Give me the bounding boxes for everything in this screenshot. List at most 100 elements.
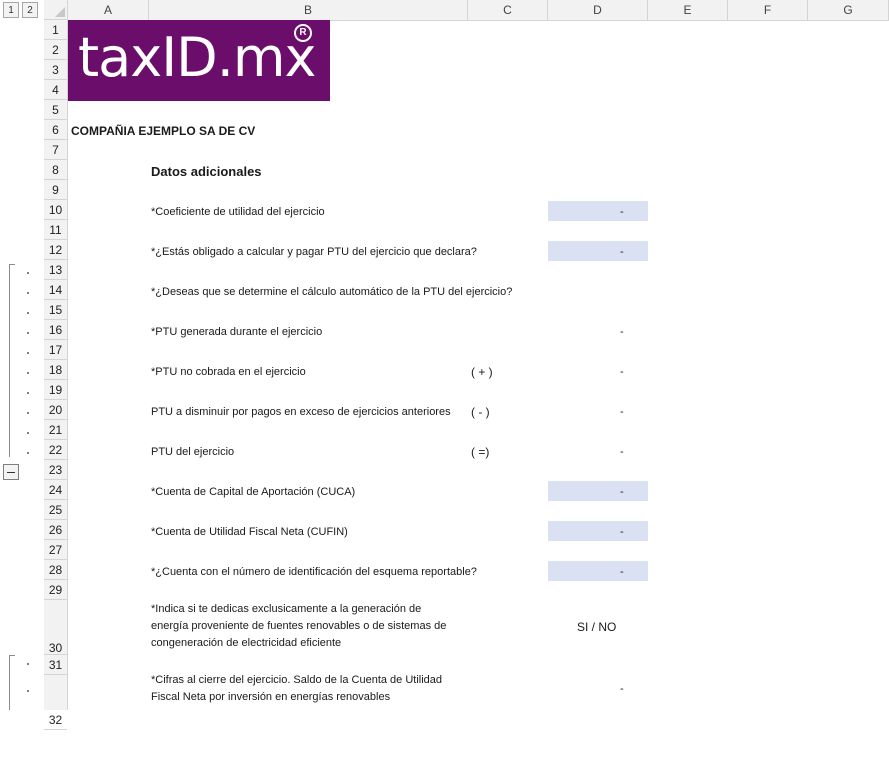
outline-dot [27,332,29,334]
row-header[interactable]: 6 [44,120,67,140]
column-header-c[interactable]: C [468,0,548,20]
value-si-no[interactable]: SI / NO [577,620,616,634]
outline-dot [27,452,29,454]
row-header[interactable]: 12 [44,240,67,260]
row-header[interactable]: 5 [44,100,67,120]
label-energia-line-1[interactable]: *Indica si te dedicas exclusicamente a l… [151,603,421,615]
value-cuca[interactable]: - [620,486,624,498]
value-ptu-generada[interactable]: - [620,326,624,338]
label-cufin-renovables-line-2[interactable]: Fiscal Neta por inversión en energías re… [151,691,390,703]
outline-dot [27,412,29,414]
input-cell-coeficiente[interactable] [548,201,648,221]
section-title[interactable]: Datos adicionales [151,164,262,179]
label-ptu-generada[interactable]: *PTU generada durante el ejercicio [151,326,322,338]
row-header[interactable]: 16 [44,320,67,340]
row-header[interactable]: 1 [44,20,67,40]
row-header[interactable]: 26 [44,520,67,540]
operator-minus[interactable]: ( - ) [471,405,490,419]
label-ptu-ejercicio[interactable]: PTU del ejercicio [151,446,234,458]
row-header[interactable]: 13 [44,260,67,280]
label-coeficiente[interactable]: *Coeficiente de utilidad del ejercicio [151,206,325,218]
value-cufin[interactable]: - [620,526,624,538]
label-ptu-no-cobrada[interactable]: *PTU no cobrada en el ejercicio [151,366,306,378]
outline-group-tick [9,264,15,265]
row-header[interactable]: 22 [44,440,67,460]
value-cufin-renovables[interactable]: - [620,683,624,695]
label-energia-line-3[interactable]: congeneración de electricidad eficiente [151,637,341,649]
label-energia-line-2[interactable]: energía proveniente de fuentes renovable… [151,620,446,632]
row-header[interactable]: 4 [44,80,67,100]
row-header[interactable]: 15 [44,300,67,320]
outline-dot [27,690,29,692]
value-ptu-no-cobrada[interactable]: - [620,366,624,378]
operator-equals[interactable]: ( =) [471,445,489,459]
label-cuca[interactable]: *Cuenta de Capital de Aportación (CUCA) [151,486,355,498]
label-ptu-disminuir[interactable]: PTU a disminuir por pagos en exceso de e… [151,406,451,418]
row-header[interactable]: 11 [44,220,67,240]
input-cell-obligado-ptu[interactable] [548,241,648,261]
outline-dot [27,352,29,354]
column-header-d[interactable]: D [548,0,648,20]
company-name[interactable]: COMPAÑIA EJEMPLO SA DE CV [71,124,255,138]
row-header[interactable]: 31 [44,655,67,675]
outline-dot [27,272,29,274]
row-header[interactable]: 20 [44,400,67,420]
outline-dot [27,392,29,394]
value-coeficiente[interactable]: - [620,206,624,218]
row-header[interactable]: 2 [44,40,67,60]
input-cell-cuca[interactable] [548,481,648,501]
row-header[interactable]: 10 [44,200,67,220]
value-obligado-ptu[interactable]: - [620,246,624,258]
row-header[interactable]: 17 [44,340,67,360]
taxid-logo: taxID.mx R [68,20,330,101]
outline-dot [27,312,29,314]
collapse-group-button[interactable] [3,464,19,480]
label-cufin[interactable]: *Cuenta de Utilidad Fiscal Neta (CUFIN) [151,526,348,538]
label-calculo-automatico[interactable]: *¿Deseas que se determine el cálculo aut… [151,286,512,298]
label-obligado-ptu[interactable]: *¿Estás obligado a calcular y pagar PTU … [151,246,477,258]
outline-group-line [9,264,10,457]
row-header[interactable]: 32 [44,675,67,730]
outline-level-1-button[interactable]: 1 [3,2,19,18]
row-header[interactable]: 27 [44,540,67,560]
row-header[interactable]: 3 [44,60,67,80]
outline-dot [27,372,29,374]
column-header-b[interactable]: B [149,0,468,20]
column-header-a[interactable]: A [68,0,149,20]
column-header-g[interactable]: G [808,0,889,20]
row-header[interactable]: 25 [44,500,67,520]
label-esquema-reportable[interactable]: *¿Cuenta con el número de identificación… [151,566,477,578]
outline-dot [27,292,29,294]
operator-plus[interactable]: ( + ) [471,365,493,379]
column-header-f[interactable]: F [728,0,808,20]
column-headers: A B C D E F G [68,0,889,21]
row-header[interactable]: 24 [44,480,67,500]
row-header[interactable]: 23 [44,460,67,480]
registered-mark-icon: R [294,24,312,42]
row-header[interactable]: 21 [44,420,67,440]
row-header[interactable]: 29 [44,580,67,600]
row-header[interactable]: 9 [44,180,67,200]
value-ptu-disminuir[interactable]: - [620,406,624,418]
outline-panel: 1 2 [0,0,44,710]
row-header[interactable]: 8 [44,160,67,180]
row-header[interactable]: 30 [44,600,67,655]
value-esquema-reportable[interactable]: - [620,566,624,578]
label-cufin-renovables-line-1[interactable]: *Cifras al cierre del ejercicio. Saldo d… [151,674,442,686]
outline-dot [27,663,29,665]
outline-group-line [9,655,10,710]
row-header[interactable]: 7 [44,140,67,160]
value-ptu-ejercicio[interactable]: - [620,446,624,458]
row-header[interactable]: 19 [44,380,67,400]
row-headers: 1 2 3 4 5 6 7 8 9 10 11 12 13 14 15 16 1… [44,20,68,730]
input-cell-esquema-reportable[interactable] [548,561,648,581]
row-header[interactable]: 14 [44,280,67,300]
outline-group-tick [9,655,15,656]
outline-level-2-button[interactable]: 2 [22,2,38,18]
input-cell-cufin[interactable] [548,521,648,541]
select-all-button[interactable] [44,0,68,20]
outline-dot [27,432,29,434]
row-header[interactable]: 28 [44,560,67,580]
row-header[interactable]: 18 [44,360,67,380]
column-header-e[interactable]: E [648,0,728,20]
